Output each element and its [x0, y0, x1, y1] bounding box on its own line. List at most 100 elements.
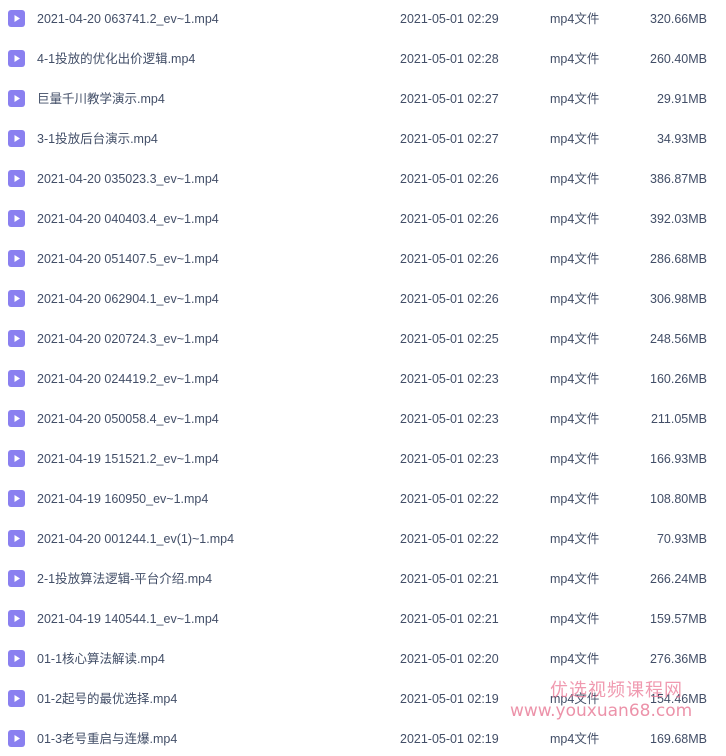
file-name: 2021-04-19 151521.2_ev~1.mp4	[37, 452, 219, 466]
file-type: mp4文件	[550, 132, 600, 146]
file-name: 2021-04-20 062904.1_ev~1.mp4	[37, 292, 219, 306]
video-file-icon	[8, 730, 25, 747]
file-type: mp4文件	[550, 252, 600, 266]
video-file-icon	[8, 690, 25, 707]
file-date: 2021-05-01 02:20	[400, 652, 499, 666]
file-row[interactable]: 2021-04-20 062904.1_ev~1.mp4 2021-05-01 0…	[0, 279, 726, 319]
file-date: 2021-05-01 02:26	[400, 252, 499, 266]
file-row[interactable]: 2021-04-20 035023.3_ev~1.mp4 2021-05-01 0…	[0, 159, 726, 199]
video-file-icon	[8, 450, 25, 467]
file-size: 320.66MB	[650, 12, 707, 26]
video-file-icon	[8, 50, 25, 67]
file-size: 34.93MB	[656, 132, 707, 146]
file-size: 211.05MB	[650, 412, 707, 426]
file-row[interactable]: 3-1投放后台演示.mp4 2021-05-01 02:27 mp4文件 34.93M…	[0, 119, 726, 159]
file-type: mp4文件	[550, 692, 600, 706]
video-file-icon	[8, 130, 25, 147]
file-type: mp4文件	[550, 452, 600, 466]
file-date: 2021-05-01 02:19	[400, 732, 499, 746]
file-type: mp4文件	[550, 652, 600, 666]
file-name: 2021-04-20 001244.1_ev(1)~1.mp4	[37, 532, 235, 546]
file-size: 248.56MB	[650, 332, 707, 346]
file-date: 2021-05-01 02:26	[400, 172, 499, 186]
file-row[interactable]: 01-1核心算法解读.mp4 2021-05-01 02:20 mp4文件 276.3…	[0, 639, 726, 679]
file-date: 2021-05-01 02:27	[400, 92, 499, 106]
file-size: 386.87MB	[650, 172, 707, 186]
video-file-icon	[8, 530, 25, 547]
file-date: 2021-05-01 02:26	[400, 212, 499, 226]
file-row[interactable]: 2021-04-20 050058.4_ev~1.mp4 2021-05-01 0…	[0, 399, 726, 439]
file-row[interactable]: 2021-04-20 040403.4_ev~1.mp4 2021-05-01 0…	[0, 199, 726, 239]
file-date: 2021-05-01 02:27	[400, 132, 499, 146]
file-name: 3-1投放后台演示.mp4	[37, 132, 158, 146]
file-name: 2021-04-19 160950_ev~1.mp4	[37, 492, 209, 506]
file-type: mp4文件	[550, 92, 600, 106]
file-row[interactable]: 2021-04-19 160950_ev~1.mp4 2021-05-01 02:…	[0, 479, 726, 519]
file-date: 2021-05-01 02:21	[400, 572, 499, 586]
video-file-icon	[8, 570, 25, 587]
file-row[interactable]: 2021-04-20 063741.2_ev~1.mp4 2021-05-01 0…	[0, 0, 726, 39]
file-size: 29.91MB	[656, 92, 707, 106]
file-name: 巨量千川教学演示.mp4	[37, 92, 165, 106]
file-date: 2021-05-01 02:29	[400, 12, 499, 26]
file-size: 392.03MB	[650, 212, 707, 226]
video-file-icon	[8, 10, 25, 27]
file-date: 2021-05-01 02:23	[400, 412, 499, 426]
file-size: 260.40MB	[650, 52, 707, 66]
file-name: 01-3老号重启与连爆.mp4	[37, 732, 178, 746]
file-row[interactable]: 2021-04-19 140544.1_ev~1.mp4 2021-05-01 0…	[0, 599, 726, 639]
video-file-icon	[8, 330, 25, 347]
file-date: 2021-05-01 02:23	[400, 372, 499, 386]
video-file-icon	[8, 370, 25, 387]
video-file-icon	[8, 410, 25, 427]
file-name: 2021-04-20 040403.4_ev~1.mp4	[37, 212, 219, 226]
file-type: mp4文件	[550, 532, 600, 546]
video-file-icon	[8, 170, 25, 187]
file-date: 2021-05-01 02:26	[400, 292, 499, 306]
file-row[interactable]: 2-1投放算法逻辑-平台介绍.mp4 2021-05-01 02:21 mp4文件 2…	[0, 559, 726, 599]
video-file-icon	[8, 90, 25, 107]
file-name: 4-1投放的优化出价逻辑.mp4	[37, 52, 196, 66]
file-size: 108.80MB	[650, 492, 707, 506]
file-name: 2021-04-20 020724.3_ev~1.mp4	[37, 332, 219, 346]
file-size: 70.93MB	[656, 532, 707, 546]
video-file-icon	[8, 610, 25, 627]
file-name: 2021-04-20 035023.3_ev~1.mp4	[37, 172, 219, 186]
file-date: 2021-05-01 02:21	[400, 612, 499, 626]
file-name: 2021-04-20 063741.2_ev~1.mp4	[37, 12, 219, 26]
file-type: mp4文件	[550, 492, 600, 506]
file-size: 276.36MB	[650, 652, 707, 666]
file-name: 2021-04-20 050058.4_ev~1.mp4	[37, 412, 219, 426]
file-type: mp4文件	[550, 332, 600, 346]
file-name: 2021-04-20 024419.2_ev~1.mp4	[37, 372, 219, 386]
file-row[interactable]: 01-2起号的最优选择.mp4 2021-05-01 02:19 mp4文件 154.…	[0, 679, 726, 719]
file-date: 2021-05-01 02:25	[400, 332, 499, 346]
file-row[interactable]: 巨量千川教学演示.mp4 2021-05-01 02:27 mp4文件 29.91MB	[0, 79, 726, 119]
file-size: 286.68MB	[650, 252, 707, 266]
file-name: 01-2起号的最优选择.mp4	[37, 692, 178, 706]
file-type: mp4文件	[550, 372, 600, 386]
file-row[interactable]: 01-3老号重启与连爆.mp4 2021-05-01 02:19 mp4文件 169.…	[0, 719, 726, 756]
file-type: mp4文件	[550, 212, 600, 226]
file-type: mp4文件	[550, 292, 600, 306]
file-name: 2021-04-19 140544.1_ev~1.mp4	[37, 612, 219, 626]
file-type: mp4文件	[550, 412, 600, 426]
file-row[interactable]: 4-1投放的优化出价逻辑.mp4 2021-05-01 02:28 mp4文件 260…	[0, 39, 726, 79]
file-size: 306.98MB	[650, 292, 707, 306]
file-date: 2021-05-01 02:22	[400, 492, 499, 506]
video-file-icon	[8, 490, 25, 507]
file-date: 2021-05-01 02:28	[400, 52, 499, 66]
video-file-icon	[8, 250, 25, 267]
file-type: mp4文件	[550, 612, 600, 626]
file-row[interactable]: 2021-04-20 024419.2_ev~1.mp4 2021-05-01 0…	[0, 359, 726, 399]
file-size: 166.93MB	[650, 452, 707, 466]
file-row[interactable]: 2021-04-19 151521.2_ev~1.mp4 2021-05-01 0…	[0, 439, 726, 479]
file-row[interactable]: 2021-04-20 001244.1_ev(1)~1.mp4 2021-05-0…	[0, 519, 726, 559]
file-row[interactable]: 2021-04-20 020724.3_ev~1.mp4 2021-05-01 0…	[0, 319, 726, 359]
file-size: 169.68MB	[650, 732, 707, 746]
file-size: 159.57MB	[650, 612, 707, 626]
file-name: 2-1投放算法逻辑-平台介绍.mp4	[37, 572, 213, 586]
video-file-icon	[8, 650, 25, 667]
file-type: mp4文件	[550, 52, 600, 66]
file-row[interactable]: 2021-04-20 051407.5_ev~1.mp4 2021-05-01 0…	[0, 239, 726, 279]
